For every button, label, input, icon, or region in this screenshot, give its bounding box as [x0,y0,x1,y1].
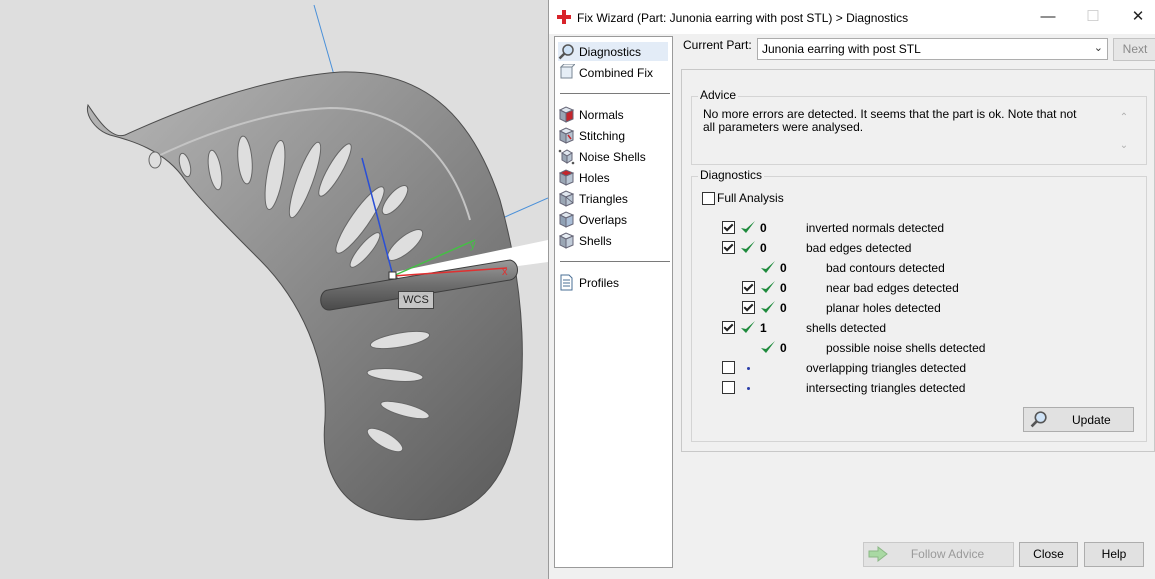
not-analysed-dot-icon [747,387,750,390]
scroll-up-icon: ⌃ [1119,112,1129,123]
row-count: 0 [760,241,767,255]
nav-item-holes[interactable]: Holes [558,168,668,187]
scroll-down-icon: ⌄ [1119,140,1129,151]
update-label: Update [1072,413,1111,427]
nav-item-normals[interactable]: Normals [558,105,668,124]
ok-check-icon [761,301,775,313]
not-analysed-dot-icon [747,367,750,370]
wcs-label: WCS [398,291,434,309]
triangles-cube-icon [558,190,575,207]
arrow-right-icon [868,546,888,562]
row-label: bad edges detected [806,241,912,255]
current-part-value: Junonia earring with post STL [762,42,921,56]
row-label: overlapping triangles detected [806,361,967,375]
chevron-down-icon: ⌄ [1093,42,1103,54]
follow-advice-button: Follow Advice [863,542,1014,567]
row-label: bad contours detected [826,261,945,275]
full-analysis-label: Full Analysis [717,191,784,205]
profiles-document-icon [560,274,573,291]
row-label: near bad edges detected [826,281,959,295]
current-part-select[interactable]: Junonia earring with post STL ⌄ [757,38,1108,60]
row-count: 1 [760,321,767,335]
maximize-button: ☐ [1086,8,1100,25]
planar-holes-checkbox[interactable] [742,301,755,314]
row-count: 0 [760,221,767,235]
ok-check-icon [761,341,775,353]
advice-text: No more errors are detected. It seems th… [703,108,1091,158]
ok-check-icon [761,281,775,293]
red-cross-app-icon [557,10,571,24]
magnifier-icon [1030,411,1047,428]
full-analysis-checkbox[interactable] [702,192,715,205]
row-count: 0 [780,341,787,355]
row-label: inverted normals detected [806,221,945,235]
row-count: 0 [780,281,787,295]
intersecting-triangles-checkbox[interactable] [722,381,735,394]
advice-title: Advice [698,88,739,102]
stitching-cube-icon [558,127,575,144]
update-button[interactable]: Update [1023,407,1134,432]
minimize-button[interactable]: — [1025,4,1071,30]
current-part-label: Current Part: [683,38,752,52]
axis-x-label: x [502,266,508,278]
row-label: possible noise shells detected [826,341,986,355]
nav-item-profiles[interactable]: Profiles [558,273,668,292]
nav-item-overlaps[interactable]: Overlaps [558,210,668,229]
shells-checkbox[interactable] [722,321,735,334]
shells-cube-icon [558,232,575,249]
nav-item-triangles[interactable]: Triangles [558,189,668,208]
wizard-navigation: Diagnostics Combined Fix Normals Stitchi… [554,36,673,568]
3d-viewport[interactable]: x y WCS [0,0,548,579]
help-button[interactable]: Help [1084,542,1144,567]
normals-cube-icon [558,106,575,123]
diagnostics-title: Diagnostics [698,168,765,182]
part-render: x y [86,4,548,521]
holes-cube-icon [558,169,575,186]
overlapping-triangles-checkbox[interactable] [722,361,735,374]
close-window-button[interactable]: ✕ [1115,4,1155,30]
near-bad-edges-checkbox[interactable] [742,281,755,294]
row-count: 0 [780,301,787,315]
ok-check-icon [741,221,755,233]
nav-item-diagnostics[interactable]: Diagnostics [558,42,668,61]
row-label: intersecting triangles detected [806,381,966,395]
row-label: planar holes detected [826,301,941,315]
ok-check-icon [761,261,775,273]
overlaps-cube-icon [558,211,575,228]
nav-item-noise-shells[interactable]: Noise Shells [558,147,668,166]
inverted-normals-checkbox[interactable] [722,221,735,234]
row-count: 0 [780,261,787,275]
close-button[interactable]: Close [1019,542,1078,567]
nav-item-shells[interactable]: Shells [558,231,668,250]
fix-wizard-dialog: Fix Wizard (Part: Junonia earring with p… [548,0,1155,579]
window-title: Fix Wizard (Part: Junonia earring with p… [577,11,909,25]
next-button: Next [1113,38,1155,61]
nav-separator [560,261,670,262]
combined-fix-icon [559,64,575,79]
nav-item-stitching[interactable]: Stitching [558,126,668,145]
nav-separator [560,93,670,94]
axis-y-label: y [470,239,476,251]
title-bar[interactable]: Fix Wizard (Part: Junonia earring with p… [549,0,1155,34]
magnifier-icon [558,44,574,60]
row-label: shells detected [806,321,887,335]
noise-shells-icon [558,149,575,165]
bad-edges-checkbox[interactable] [722,241,735,254]
ok-check-icon [741,321,755,333]
nav-item-combined-fix[interactable]: Combined Fix [558,63,668,82]
ok-check-icon [741,241,755,253]
follow-advice-label: Follow Advice [910,547,985,561]
